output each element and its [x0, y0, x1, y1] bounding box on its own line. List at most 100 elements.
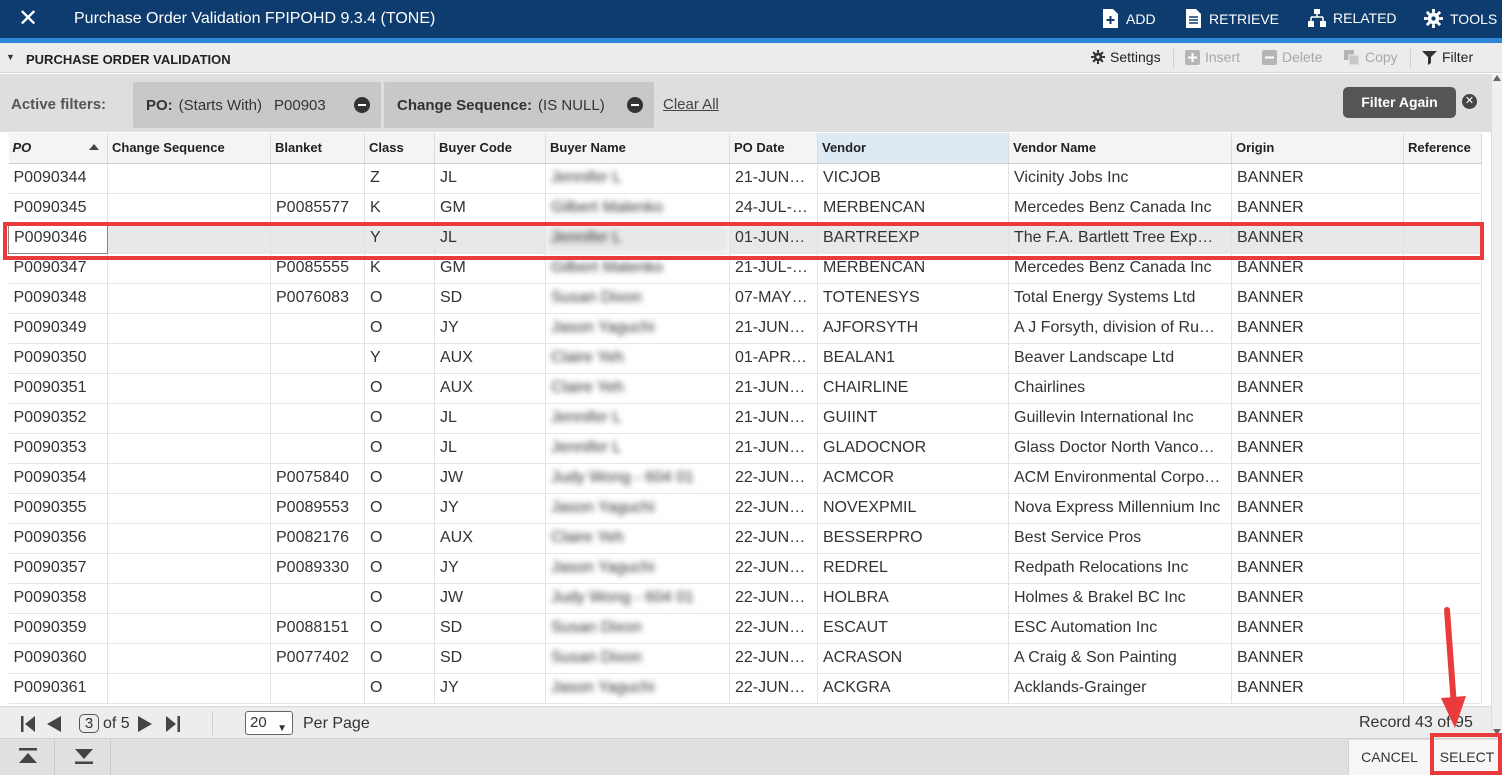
cell-vendor-name[interactable]: Glass Doctor North Vanco… [1008, 433, 1232, 464]
cell-vendor-name[interactable]: ESC Automation Inc [1008, 613, 1232, 644]
add-button[interactable]: ADD [1102, 9, 1156, 28]
table-row[interactable]: P0090350 Y AUX Claire Yeh 01-APR… BEALAN1 Beav… [8, 343, 1482, 374]
cell-vendor[interactable]: BEALAN1 [817, 343, 1009, 374]
column-header-buyer-code[interactable]: Buyer Code [434, 133, 546, 164]
cell-buyer-name[interactable]: Gilbert Malenko [545, 253, 730, 284]
related-button[interactable]: RELATED [1308, 9, 1397, 27]
column-header-reference[interactable]: Reference [1403, 133, 1482, 164]
filter-chip-change-sequence[interactable]: Change Sequence: (IS NULL) [384, 82, 654, 128]
cell-buyer-code[interactable]: JY [434, 313, 546, 344]
cell-vendor-name[interactable]: The F.A. Bartlett Tree Exp… [1008, 223, 1232, 254]
cell-po[interactable]: P0090353 [8, 433, 108, 464]
cell-vendor[interactable]: CHAIRLINE [817, 373, 1009, 404]
cell-vendor-name[interactable]: A Craig & Son Painting [1008, 643, 1232, 674]
cell-po[interactable]: P0090357 [8, 553, 108, 584]
cell-vendor-name[interactable]: ACM Environmental Corpo… [1008, 463, 1232, 494]
cell-blanket[interactable]: P0089553 [270, 493, 365, 524]
cell-reference[interactable] [1403, 313, 1482, 344]
cell-reference[interactable] [1403, 583, 1482, 614]
cell-change-sequence[interactable] [107, 163, 271, 194]
cell-origin[interactable]: BANNER [1231, 433, 1404, 464]
table-row[interactable]: P0090352 O JL Jennifer L 21-JUN… GUIINT Guille… [8, 403, 1482, 434]
cell-buyer-name[interactable]: Jason Yaguchi [545, 553, 730, 584]
column-header-po-date[interactable]: PO Date [729, 133, 818, 164]
cell-po[interactable]: P0090351 [8, 373, 108, 404]
filter-again-button[interactable]: Filter Again [1343, 87, 1456, 118]
cell-change-sequence[interactable] [107, 643, 271, 674]
cell-buyer-code[interactable]: JL [434, 223, 546, 254]
cell-buyer-code[interactable]: GM [434, 193, 546, 224]
table-row[interactable]: P0090358 O JW Judy Wong - 604 01 22-JUN… HOLB… [8, 583, 1482, 614]
cell-change-sequence[interactable] [107, 583, 271, 614]
column-header-change-sequence[interactable]: Change Sequence [107, 133, 271, 164]
cell-po[interactable]: P0090358 [8, 583, 108, 614]
per-page-select[interactable]: 20 ▼ [245, 711, 293, 735]
cell-buyer-code[interactable]: GM [434, 253, 546, 284]
cell-origin[interactable]: BANNER [1231, 673, 1404, 704]
cell-class[interactable]: O [364, 643, 435, 674]
cell-change-sequence[interactable] [107, 673, 271, 704]
collapse-icon[interactable]: ▼ [6, 52, 15, 62]
cell-po-date[interactable]: 22-JUN… [729, 523, 818, 554]
cell-origin[interactable]: BANNER [1231, 523, 1404, 554]
cell-po[interactable]: P0090350 [8, 343, 108, 374]
cell-reference[interactable] [1403, 673, 1482, 704]
cell-origin[interactable]: BANNER [1231, 463, 1404, 494]
cell-po[interactable]: P0090346 [8, 222, 108, 254]
table-row[interactable]: P0090349 O JY Jason Yaguchi 21-JUN… AJFORSYTH… [8, 313, 1482, 344]
table-row[interactable]: P0090351 O AUX Claire Yeh 21-JUN… CHAIRLINE Ch… [8, 373, 1482, 404]
scroll-down-icon[interactable] [1493, 729, 1501, 735]
cell-po[interactable]: P0090347 [8, 253, 108, 284]
previous-page-icon[interactable] [47, 716, 61, 732]
cell-buyer-code[interactable]: SD [434, 643, 546, 674]
cell-origin[interactable]: BANNER [1231, 403, 1404, 434]
last-page-icon[interactable] [166, 716, 180, 732]
cell-class[interactable]: K [364, 253, 435, 284]
insert-button[interactable]: Insert [1185, 49, 1240, 65]
cell-origin[interactable]: BANNER [1231, 553, 1404, 584]
cell-class[interactable]: Y [364, 223, 435, 254]
cell-buyer-name[interactable]: Claire Yeh [545, 373, 730, 404]
cell-vendor-name[interactable]: Best Service Pros [1008, 523, 1232, 554]
cell-blanket[interactable] [270, 343, 365, 374]
cell-change-sequence[interactable] [107, 403, 271, 434]
cell-po-date[interactable]: 21-JUN… [729, 403, 818, 434]
cell-class[interactable]: Z [364, 163, 435, 194]
cell-vendor[interactable]: ESCAUT [817, 613, 1009, 644]
first-page-icon[interactable] [21, 716, 35, 732]
cell-po-date[interactable]: 22-JUN… [729, 643, 818, 674]
cell-blanket[interactable] [270, 163, 365, 194]
cell-vendor[interactable]: ACKGRA [817, 673, 1009, 704]
settings-button[interactable]: Settings [1091, 49, 1161, 65]
cell-reference[interactable] [1403, 193, 1482, 224]
cell-change-sequence[interactable] [107, 553, 271, 584]
cell-origin[interactable]: BANNER [1231, 253, 1404, 284]
table-row[interactable]: P0090353 O JL Jennifer L 21-JUN… GLADOCNOR Gla… [8, 433, 1482, 464]
cell-buyer-code[interactable]: AUX [434, 523, 546, 554]
cell-buyer-name[interactable]: Jason Yaguchi [545, 673, 730, 704]
table-row[interactable]: P0090361 O JY Jason Yaguchi 22-JUN… ACKGRA Ack… [8, 673, 1482, 704]
cell-po-date[interactable]: 21-JUN… [729, 163, 818, 194]
cell-class[interactable]: K [364, 193, 435, 224]
table-row[interactable]: P0090354 P0075840 O JW Judy Wong - 604 01 22-… [8, 463, 1482, 494]
cell-po[interactable]: P0090352 [8, 403, 108, 434]
cell-change-sequence[interactable] [107, 613, 271, 644]
cell-vendor-name[interactable]: Holmes & Brakel BC Inc [1008, 583, 1232, 614]
cell-buyer-name[interactable]: Jennifer L [545, 403, 730, 434]
vertical-scrollbar[interactable] [1491, 74, 1502, 738]
filter-chip-po[interactable]: PO: (Starts With) P00903 [133, 82, 381, 128]
cell-change-sequence[interactable] [107, 223, 271, 254]
cell-origin[interactable]: BANNER [1231, 313, 1404, 344]
cell-vendor[interactable]: HOLBRA [817, 583, 1009, 614]
cell-vendor-name[interactable]: Chairlines [1008, 373, 1232, 404]
cell-reference[interactable] [1403, 643, 1482, 674]
cell-po-date[interactable]: 22-JUN… [729, 673, 818, 704]
cell-reference[interactable] [1403, 433, 1482, 464]
cell-vendor-name[interactable]: Mercedes Benz Canada Inc [1008, 253, 1232, 284]
table-row[interactable]: P0090345 P0085577 K GM Gilbert Malenko 24-JUL… [8, 193, 1482, 224]
scroll-up-icon[interactable] [1493, 75, 1501, 81]
cell-blanket[interactable] [270, 223, 365, 254]
close-filter-icon[interactable]: ✕ [1462, 94, 1477, 109]
cell-vendor[interactable]: VICJOB [817, 163, 1009, 194]
remove-filter-icon[interactable] [627, 97, 643, 113]
